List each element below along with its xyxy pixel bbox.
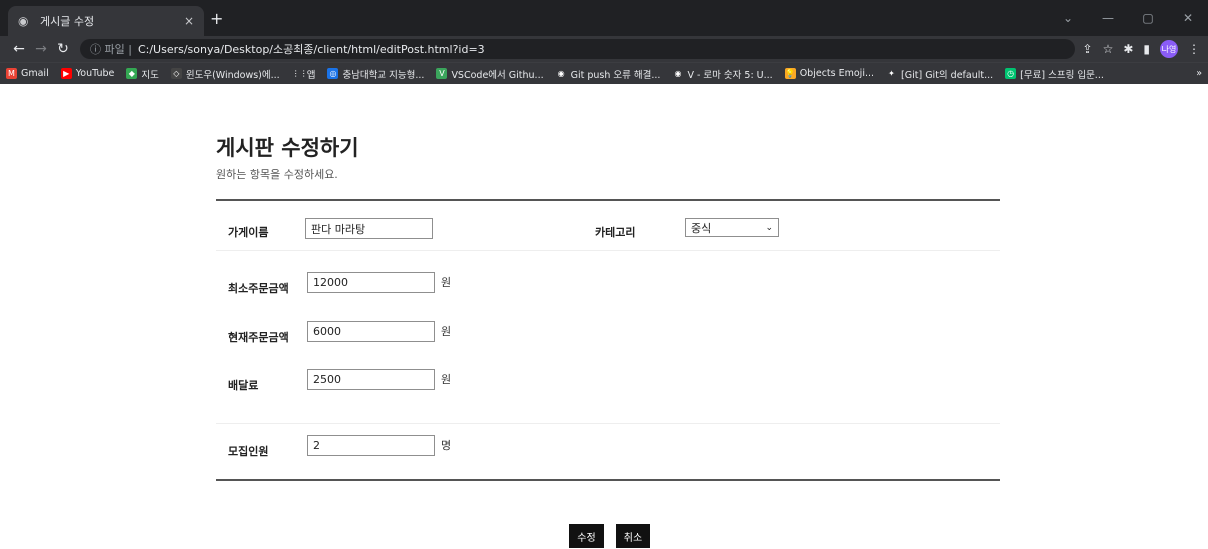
share-icon[interactable]: ⇪ [1083, 42, 1093, 56]
category-select[interactable]: 중식 ⌄ [685, 218, 779, 237]
bookmark-label: VSCode에서 Githu... [451, 69, 544, 81]
menu-icon[interactable]: ⋮ [1188, 42, 1200, 56]
delivery-fee-unit: 원 [441, 373, 452, 386]
bookmark-favicon-icon: V [436, 68, 448, 79]
bookmark-item[interactable]: ⋮⋮ 앱 [291, 67, 316, 81]
form-bottom-divider [216, 479, 1000, 481]
bookmark-label: 지도 [141, 69, 159, 81]
store-name-label: 가게이름 [228, 226, 269, 239]
tab-title: 게시글 수정 [40, 15, 95, 28]
close-tab-icon[interactable]: × [184, 14, 194, 28]
bookmark-item[interactable]: ◉ Git push 오류 해결... [555, 67, 661, 81]
bookmark-label: V - 로마 숫자 5: U... [687, 69, 773, 81]
recruit-label: 모집인원 [228, 445, 269, 458]
side-panel-icon[interactable]: ▮ [1143, 42, 1150, 56]
bookmark-favicon-icon: ◉ [555, 68, 567, 79]
url-text: C:/Users/sonya/Desktop/소공최종/client/html/… [137, 43, 485, 56]
delivery-fee-input[interactable] [307, 369, 435, 390]
chevron-down-icon: ⌄ [765, 222, 773, 233]
globe-icon: ◉ [18, 14, 29, 28]
bookmark-item[interactable]: ◉ V - 로마 숫자 5: U... [672, 67, 773, 81]
bookmark-item[interactable]: ▶ YouTube [60, 68, 115, 79]
bookmark-favicon-icon: ◆ [126, 68, 138, 79]
form-top-divider [216, 199, 1000, 201]
bookmark-favicon-icon: ◉ [672, 68, 684, 79]
page-subtitle: 원하는 항목을 수정하세요. [216, 168, 338, 181]
maximize-icon[interactable]: ▢ [1128, 0, 1168, 36]
min-order-unit: 원 [441, 276, 452, 289]
bookmarks-bar: M Gmail ▶ YouTube ◆ 지도 ◇ 윈도우(Windows)에... ⋮⋮ 앱 ◎ 충남… [0, 62, 1208, 84]
category-label: 카테고리 [595, 226, 636, 239]
bookmark-label: 윈도우(Windows)에... [185, 69, 280, 81]
submit-button[interactable]: 수정 [569, 524, 604, 548]
current-order-unit: 원 [441, 325, 452, 338]
back-icon[interactable]: ← [8, 41, 30, 57]
min-order-label: 최소주문금액 [228, 282, 289, 295]
store-name-input[interactable] [305, 218, 433, 239]
cancel-button[interactable]: 취소 [616, 524, 650, 548]
min-order-input[interactable] [307, 272, 435, 293]
close-window-icon[interactable]: ✕ [1168, 0, 1208, 36]
bookmark-item[interactable]: V VSCode에서 Githu... [436, 67, 544, 81]
new-tab-button[interactable]: + [210, 9, 223, 28]
bookmark-label: 앱 [306, 69, 316, 81]
current-order-input[interactable] [307, 321, 435, 342]
bookmarks-overflow-icon[interactable]: » [1196, 68, 1202, 79]
bookmark-label: [무료] 스프링 입문... [1020, 69, 1104, 81]
bookmark-item[interactable]: ✦ [Git] Git의 default... [886, 67, 993, 81]
page-content: 게시판 수정하기 원하는 항목을 수정하세요. 가게이름 카테고리 중식 ⌄ 최… [0, 84, 1208, 549]
bookmark-star-icon[interactable]: ☆ [1103, 42, 1114, 56]
forward-icon[interactable]: → [30, 41, 52, 57]
bookmark-favicon-icon: ⋮⋮ [291, 68, 308, 79]
reload-icon[interactable]: ↻ [52, 41, 74, 57]
bookmark-label: Git push 오류 해결... [570, 69, 661, 81]
bookmark-favicon-icon: ◎ [327, 68, 339, 79]
address-bar[interactable]: ⓘ 파일 | C:/Users/sonya/Desktop/소공최종/clien… [80, 39, 1075, 59]
recruit-unit: 명 [441, 439, 452, 452]
bookmark-label: [Git] Git의 default... [901, 69, 994, 81]
bookmark-item[interactable]: 💡 Objects Emoji... [784, 68, 875, 79]
bookmark-item[interactable]: M Gmail [6, 68, 49, 79]
bookmark-label: YouTube [75, 68, 115, 79]
tab-search-icon[interactable]: ⌄ [1048, 0, 1088, 36]
toolbar-actions: ⇪ ☆ ✱ ▮ 나영 ⋮ [1083, 40, 1200, 58]
bookmark-favicon-icon: ◷ [1005, 68, 1017, 79]
profile-avatar[interactable]: 나영 [1160, 40, 1178, 58]
browser-tab-bar: ◉ 게시글 수정 × + ⌄ — ▢ ✕ [0, 0, 1208, 36]
recruit-input[interactable] [307, 435, 435, 456]
delivery-fee-label: 배달료 [228, 379, 259, 392]
browser-tab[interactable]: ◉ 게시글 수정 × [8, 6, 204, 36]
bookmark-label: Objects Emoji... [799, 68, 875, 79]
bookmark-item[interactable]: ◎ 충남대학교 지능형... [327, 67, 424, 81]
browser-toolbar: ← → ↻ ⓘ 파일 | C:/Users/sonya/Desktop/소공최종… [0, 36, 1208, 62]
bookmark-item[interactable]: ◇ 윈도우(Windows)에... [170, 67, 280, 81]
bookmark-label: Gmail [21, 68, 49, 79]
extensions-icon[interactable]: ✱ [1123, 42, 1133, 56]
page-title: 게시판 수정하기 [216, 136, 359, 160]
bookmark-label: 충남대학교 지능형... [342, 69, 425, 81]
bookmark-favicon-icon: ▶ [60, 68, 72, 79]
row-divider [216, 423, 1000, 424]
bookmark-favicon-icon: 💡 [784, 68, 796, 79]
bookmark-favicon-icon: ◇ [170, 68, 182, 79]
window-controls: ⌄ — ▢ ✕ [1048, 0, 1208, 36]
bookmark-favicon-icon: ✦ [886, 68, 898, 79]
category-selected-value: 중식 [691, 221, 712, 235]
url-protocol: ⓘ 파일 | [90, 43, 132, 56]
bookmark-item[interactable]: ◆ 지도 [126, 67, 159, 81]
bookmark-favicon-icon: M [6, 68, 17, 79]
minimize-icon[interactable]: — [1088, 0, 1128, 36]
bookmark-item[interactable]: ◷ [무료] 스프링 입문... [1005, 67, 1104, 81]
row-divider [216, 250, 1000, 251]
current-order-label: 현재주문금액 [228, 331, 289, 344]
